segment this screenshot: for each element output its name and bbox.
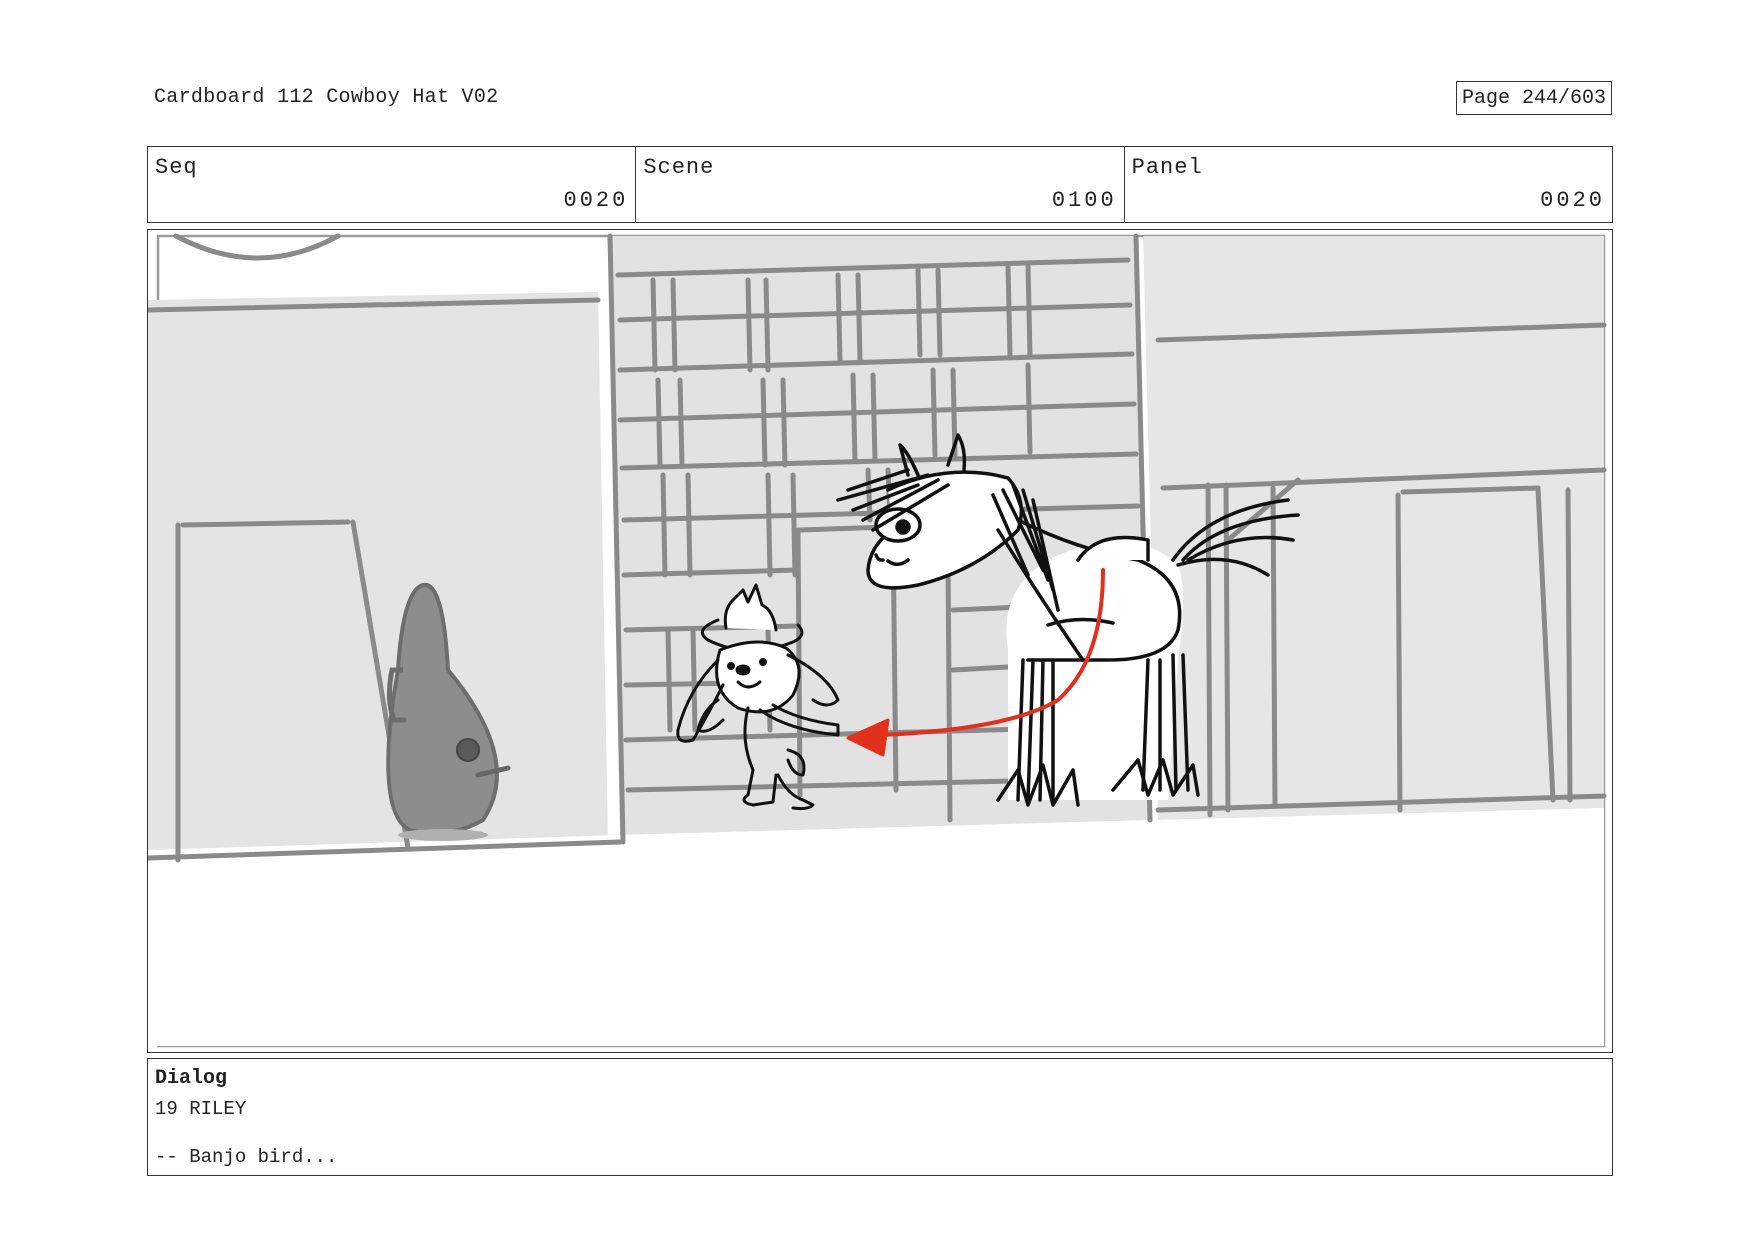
storyboard-sketch — [148, 233, 1607, 1048]
panel-info-table: Seq 0020 Scene 0100 Panel 0020 — [147, 146, 1613, 223]
wheel-arc — [173, 233, 341, 261]
left-building-wall — [148, 292, 608, 850]
dialog-box: Dialog 19 RILEY -- Banjo bird... — [147, 1058, 1613, 1176]
seq-value: 0020 — [563, 188, 629, 213]
panel-label: Panel — [1131, 155, 1203, 180]
seq-label: Seq — [155, 155, 198, 180]
dialog-speaker: 19 RILEY — [155, 1098, 247, 1120]
panel-cell: Panel 0020 — [1125, 147, 1612, 222]
scene-label: Scene — [643, 155, 715, 180]
ground — [148, 808, 1604, 1046]
storyboard-frame — [147, 229, 1613, 1053]
dialog-heading: Dialog — [155, 1067, 228, 1090]
document-title: Cardboard 112 Cowboy Hat V02 — [154, 86, 499, 109]
right-building-wall — [1143, 236, 1604, 820]
scene-cell: Scene 0100 — [636, 147, 1125, 222]
page-number-box: Page 244/603 — [1456, 81, 1612, 115]
seq-cell: Seq 0020 — [148, 147, 637, 222]
scene-value: 0100 — [1051, 188, 1117, 213]
dialog-line: -- Banjo bird... — [155, 1146, 338, 1168]
panel-value: 0020 — [1540, 188, 1605, 213]
